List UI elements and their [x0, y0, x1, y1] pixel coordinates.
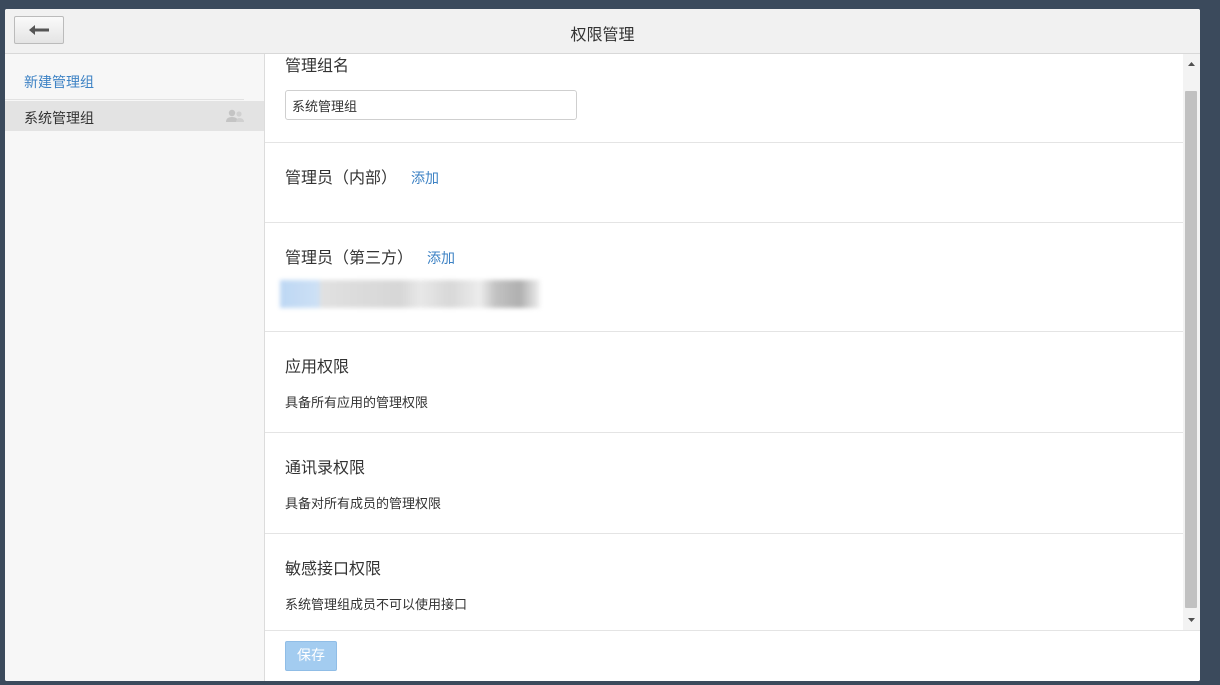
sidebar-divider	[5, 99, 244, 100]
scrollbar-thumb[interactable]	[1185, 91, 1197, 608]
third-party-admins-title: 管理员（第三方） 添加	[285, 244, 455, 268]
internal-admins-section: 管理员（内部） 添加	[265, 143, 1183, 223]
sidebar-item-label: 系统管理组	[24, 111, 94, 127]
scroll-down-button[interactable]	[1183, 612, 1200, 628]
group-name-input[interactable]	[285, 90, 577, 120]
triangle-down-icon	[1188, 618, 1195, 622]
footer-bar: 保存	[265, 630, 1200, 681]
triangle-up-icon	[1188, 62, 1195, 66]
third-party-admins-section: 管理员（第三方） 添加	[265, 223, 1183, 332]
page-title: 权限管理	[570, 25, 635, 44]
content-area: 管理组名 管理员（内部） 添加 管理员（第三方） 添加 应用权限 具备所有应用的管理…	[265, 54, 1183, 630]
vertical-scrollbar[interactable]	[1183, 54, 1200, 630]
app-permission-desc: 具备所有应用的管理权限	[285, 396, 429, 411]
scroll-up-button[interactable]	[1183, 56, 1200, 72]
sidebar: 新建管理组 系统管理组	[5, 54, 265, 681]
user-group-icon	[226, 109, 244, 122]
api-permission-title: 敏感接口权限	[285, 559, 382, 578]
sidebar-item-system-group[interactable]: 系统管理组	[5, 101, 264, 131]
redacted-admin-entry	[280, 280, 540, 308]
group-name-title: 管理组名	[285, 56, 350, 75]
contacts-permission-title: 通讯录权限	[285, 458, 366, 477]
add-third-party-admin-link[interactable]: 添加	[427, 251, 455, 267]
new-group-link[interactable]: 新建管理组	[24, 72, 94, 92]
header-bar: 权限管理	[5, 9, 1200, 54]
api-permission-desc: 系统管理组成员不可以使用接口	[285, 598, 468, 613]
group-name-section: 管理组名	[265, 54, 1183, 143]
contacts-permission-desc: 具备对所有成员的管理权限	[285, 497, 442, 512]
app-permission-title: 应用权限	[285, 357, 350, 376]
add-internal-admin-link[interactable]: 添加	[411, 171, 439, 187]
save-button[interactable]: 保存	[285, 641, 337, 671]
app-permission-section: 应用权限 具备所有应用的管理权限	[265, 332, 1183, 433]
contacts-permission-section: 通讯录权限 具备对所有成员的管理权限	[265, 433, 1183, 534]
internal-admins-title: 管理员（内部） 添加	[285, 164, 439, 188]
internal-admins-label: 管理员（内部）	[285, 168, 398, 187]
permission-window: 权限管理 新建管理组 系统管理组 管理组名 管理员（内部）添加 管理	[5, 9, 1200, 681]
api-permission-section: 敏感接口权限 系统管理组成员不可以使用接口	[265, 534, 1183, 630]
third-party-admins-label: 管理员（第三方）	[285, 248, 414, 267]
